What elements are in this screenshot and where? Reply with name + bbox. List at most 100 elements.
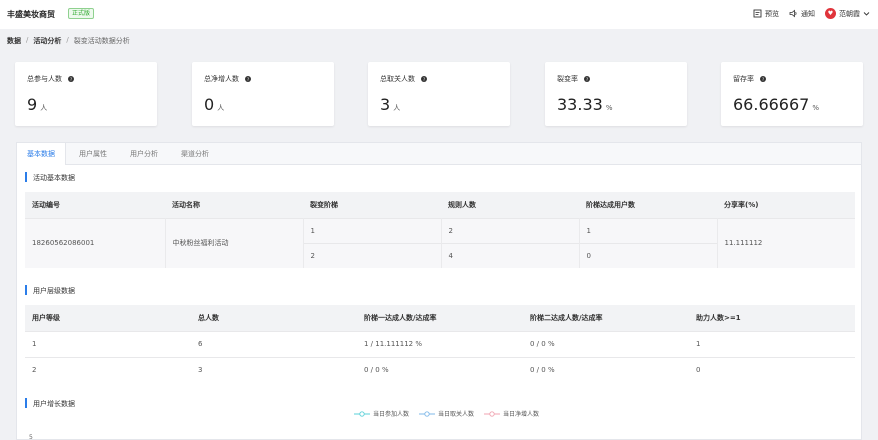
stat-unit: % [812,104,819,112]
help-icon[interactable]: ? [760,76,766,82]
user-name: 范朝霞 [839,9,860,18]
table-cell: 0 / 0 % [523,330,689,357]
legend-label: 当日取关人数 [438,411,475,418]
stat-label: 总取关人数 [380,75,415,83]
section-title-activity: 活动基本数据 [25,172,75,183]
tier-cell: 1 [303,217,442,243]
help-icon[interactable]: ? [584,76,590,82]
table-row: 18260562086001 中秋粉丝福利活动 1 2 1 11.111112 [25,217,855,268]
top-bar: 丰盛美妆商贸 正式版 预览 通知 ♥ 范朝霞 [0,0,878,29]
legend-item-unfollowed[interactable]: 当日取关人数 [419,409,474,418]
stat-label: 留存率 [733,75,754,83]
stat-label: 裂变率 [557,75,578,83]
stat-unit: 人 [217,104,225,112]
column-header: 总人数 [191,305,357,331]
activity-name-cell: 中秋粉丝福利活动 [165,217,304,268]
table-row: 2 3 0 / 0 % 0 / 0 % 0 [25,356,855,383]
stat-label: 总净增人数 [204,75,239,83]
activity-table: 活动编号 活动名称 裂变阶梯 规则人数 阶梯达成用户数 分享率(%) 18260… [25,192,855,268]
bell-icon [789,9,797,18]
user-level-table: 用户等级 总人数 阶梯一达成人数/达成率 阶梯二达成人数/达成率 助力人数>=1… [25,305,855,383]
share-rate-cell: 11.111112 [717,217,855,268]
stat-value: 33.33 [557,95,603,114]
column-header: 活动编号 [25,192,165,218]
help-icon[interactable]: ? [421,76,427,82]
stat-value: 0 [204,95,215,114]
stat-card-fission-rate: 裂变率? 33.33% [545,62,687,126]
chart-y-tick: 5 [29,434,33,440]
stat-value: 9 [27,95,38,114]
column-header: 用户等级 [25,305,191,331]
breadcrumb-separator: / [26,36,29,44]
breadcrumb-current: 裂变活动数据分析 [73,37,130,45]
table-cell: 0 / 0 % [357,356,523,383]
table-cell: 0 [689,356,855,383]
user-menu[interactable]: ♥ 范朝霞 [825,8,870,19]
column-header: 裂变阶梯 [303,192,441,218]
notification-button[interactable]: 通知 [789,9,815,19]
stat-card-retention-rate: 留存率? 66.66667% [721,62,863,126]
breadcrumb-activity-analysis[interactable]: 活动分析 [33,36,61,46]
rule-cell: 4 [441,242,580,268]
stat-unit: 人 [393,104,401,112]
stat-card-participants: 总参与人数? 9人 [15,62,157,126]
table-cell: 6 [191,330,357,357]
stat-unit: 人 [40,104,48,112]
edition-badge: 正式版 [68,8,95,19]
stat-card-unfollows: 总取关人数? 3人 [368,62,510,126]
activity-id-cell: 18260562086001 [25,217,166,268]
legend-label: 当日参加人数 [373,411,410,418]
legend-marker-icon [484,410,501,417]
column-header: 助力人数>=1 [689,305,855,331]
legend-item-net-growth[interactable]: 当日净增人数 [484,409,539,418]
tab-channel-analysis[interactable]: 渠道分析 [171,143,219,165]
stat-value: 66.66667 [733,95,810,114]
tab-user-attributes[interactable]: 用户属性 [69,143,117,165]
help-icon[interactable]: ? [245,76,251,82]
chevron-down-icon [863,12,870,16]
reached-cell: 0 [579,242,718,268]
tier-cell: 2 [303,242,442,268]
legend-marker-icon [419,410,436,417]
reached-cell: 1 [579,217,718,243]
table-header-row: 活动编号 活动名称 裂变阶梯 规则人数 阶梯达成用户数 分享率(%) [25,192,855,218]
table-header-row: 用户等级 总人数 阶梯一达成人数/达成率 阶梯二达成人数/达成率 助力人数>=1 [25,305,855,331]
main-panel: 基本数据 用户属性 用户分析 渠道分析 活动基本数据 活动编号 活动名称 裂变阶… [16,142,862,440]
breadcrumb-data[interactable]: 数据 [7,36,21,46]
section-title-growth: 用户增长数据 [25,398,75,409]
table-cell: 0 / 0 % [523,356,689,383]
section-title-user-level: 用户层级数据 [25,285,75,296]
column-header: 阶梯二达成人数/达成率 [523,305,689,331]
notification-label: 通知 [801,9,815,18]
table-row: 1 6 1 / 11.111112 % 0 / 0 % 1 [25,330,855,357]
legend-marker-icon [354,410,370,417]
tab-basic-data[interactable]: 基本数据 [17,143,66,165]
top-actions: 预览 通知 ♥ 范朝霞 [753,8,870,19]
stat-label: 总参与人数 [27,75,62,83]
table-cell: 1 [689,330,855,357]
stat-card-net-growth: 总净增人数? 0人 [192,62,334,126]
stat-value: 3 [380,95,391,114]
preview-button[interactable]: 预览 [753,9,779,19]
table-cell: 1 / 11.111112 % [357,330,523,357]
legend-item-joined[interactable]: 当日参加人数 [354,409,409,418]
column-header: 阶梯一达成人数/达成率 [357,305,523,331]
rule-cell: 2 [441,217,580,243]
table-cell: 3 [191,356,357,383]
stat-unit: % [605,104,613,112]
chart-legend: 当日参加人数 当日取关人数 当日净增人数 [354,409,539,418]
column-header: 活动名称 [165,192,303,218]
table-cell: 1 [25,330,191,357]
breadcrumb-separator: / [66,36,69,44]
breadcrumb: 数据 / 活动分析 / 裂变活动数据分析 [7,36,130,46]
column-header: 阶梯达成用户数 [579,192,717,218]
avatar: ♥ [825,8,836,19]
help-icon[interactable]: ? [68,76,74,82]
table-cell: 2 [25,356,191,383]
column-header: 分享率(%) [717,192,855,218]
preview-label: 预览 [765,9,779,18]
tab-user-analysis[interactable]: 用户分析 [120,143,168,165]
legend-label: 当日净增人数 [503,411,540,418]
brand-name: 丰盛美妆商贸 [7,10,55,19]
tab-bar: 基本数据 用户属性 用户分析 渠道分析 [17,143,861,165]
